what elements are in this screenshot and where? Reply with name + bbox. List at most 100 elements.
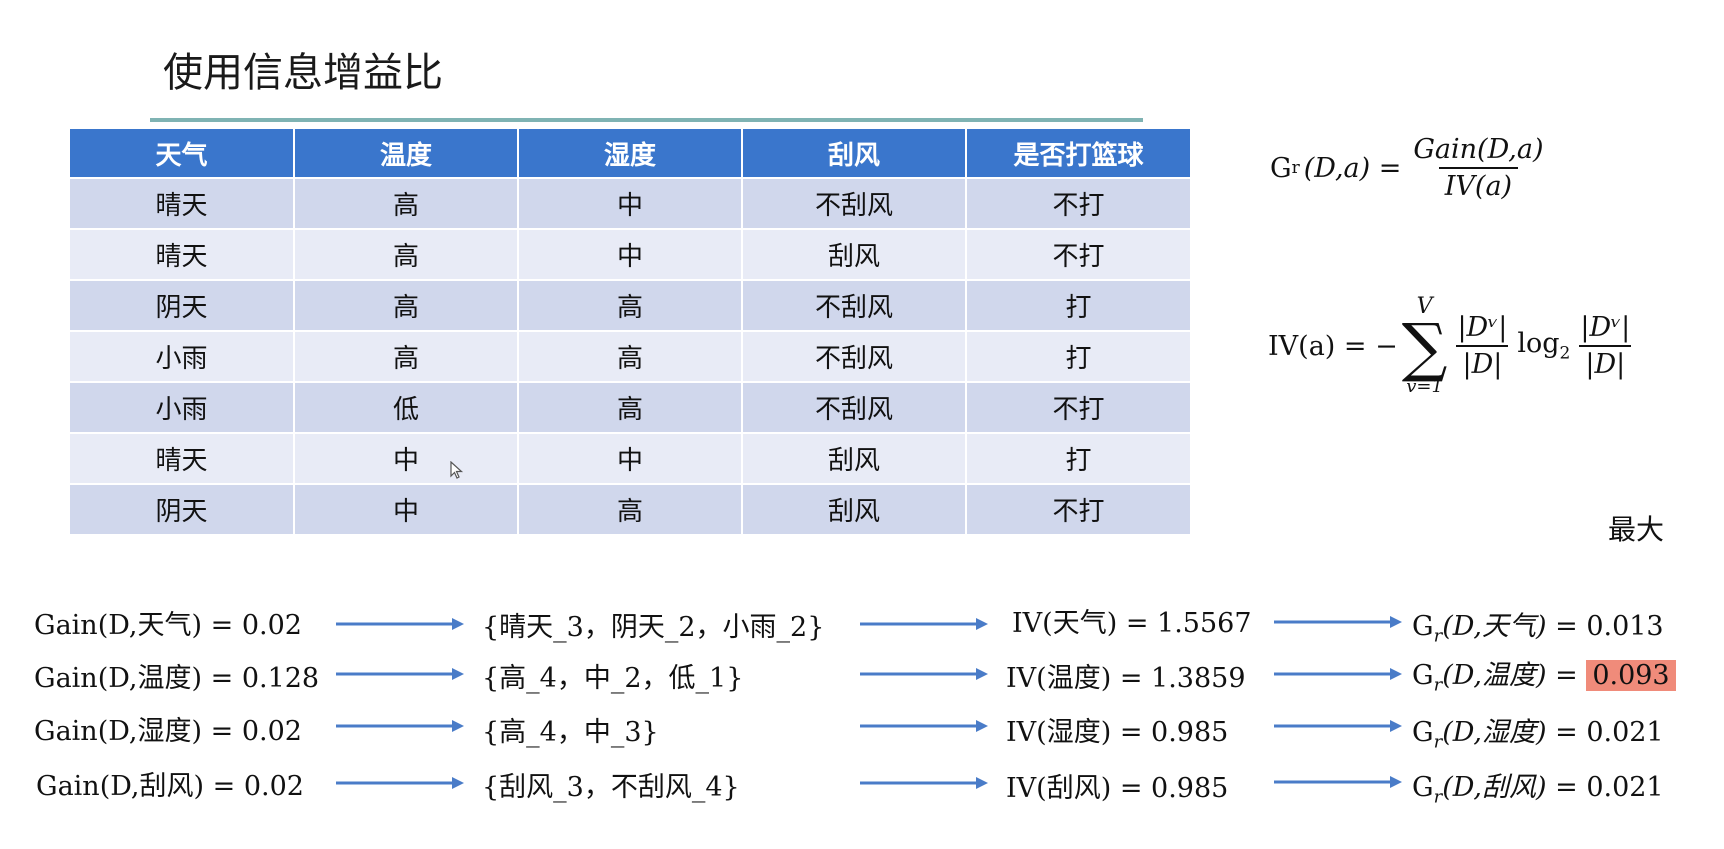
table-cell: 晴天 (70, 177, 295, 229)
arrow-right-icon (336, 773, 464, 793)
gr-subscript: r (1291, 158, 1300, 178)
gain-ratio-formula: Gr (D,a) = Gain(D,a) IV(a) (1270, 134, 1549, 202)
table-row: 小雨 低 高 不刮风 不打 (70, 381, 1190, 433)
table-cell: 不打 (966, 483, 1190, 534)
table-cell: 刮风 (742, 483, 967, 534)
table-cell: 晴天 (70, 432, 295, 484)
table-cell: 刮风 (742, 432, 967, 484)
arrow-right-icon (860, 614, 988, 634)
header-weather: 天气 (70, 129, 295, 178)
table-cell: 打 (966, 279, 1190, 331)
iv-humidity: IV(湿度) = 0.985 (1006, 717, 1229, 748)
mouse-pointer-icon (450, 460, 464, 479)
iv-log: log2 (1517, 328, 1570, 363)
table-cell: 低 (294, 381, 519, 433)
table-cell: 不刮风 (742, 279, 967, 331)
data-table: 天气 温度 湿度 刮风 是否打篮球 晴天 高 中 不刮风 不打 晴天 高 中 刮… (70, 129, 1190, 534)
split-weather: {晴天_3，阴天_2，小雨_2} (482, 612, 825, 643)
arrow-right-icon (336, 664, 464, 684)
table-row: 小雨 高 高 不刮风 打 (70, 330, 1190, 382)
split-temperature: {高_4，中_2，低_1} (482, 663, 744, 694)
table-cell: 中 (518, 228, 743, 280)
iv-lhs: IV(a) = − (1268, 330, 1398, 362)
iv-log-text: log (1517, 328, 1560, 360)
table-cell: 刮风 (742, 228, 967, 280)
table-cell: 中 (294, 483, 519, 534)
sigma-icon: ∑ (1401, 310, 1448, 385)
gr-weather-value: 0.013 (1586, 611, 1664, 642)
iv-weather: IV(天气) = 1.5567 (1012, 608, 1252, 639)
table-cell: 中 (294, 432, 519, 484)
table-cell: 不打 (966, 381, 1190, 433)
arrow-right-icon (336, 716, 464, 736)
gr-weather-sub: r (1433, 625, 1443, 647)
table-cell: 高 (518, 279, 743, 331)
table-cell: 阴天 (70, 279, 295, 331)
table-cell: 小雨 (70, 381, 295, 433)
iv-numerator-1: |Dᵛ| (1457, 312, 1508, 343)
gain-humidity: Gain(D,湿度) = 0.02 (34, 716, 302, 747)
gr-numerator: Gain(D,a) (1413, 134, 1544, 165)
table-cell: 小雨 (70, 330, 295, 382)
table-cell: 不刮风 (742, 381, 967, 433)
gr-fraction: Gain(D,a) IV(a) (1407, 134, 1549, 202)
header-temperature: 温度 (294, 129, 519, 178)
arrow-right-icon (336, 614, 464, 634)
table-cell: 高 (518, 330, 743, 382)
table-row: 晴天 高 中 不刮风 不打 (70, 177, 1190, 229)
iv-temperature: IV(温度) = 1.3859 (1006, 663, 1246, 694)
gr-temperature-sub: r (1433, 674, 1443, 696)
gr-wind-body: (D,刮风) = (1442, 772, 1587, 803)
table-row: 阴天 高 高 不刮风 打 (70, 279, 1190, 331)
title-underline (150, 118, 1143, 122)
header-play-basketball: 是否打篮球 (966, 129, 1190, 178)
gr-humidity-body: (D,湿度) = (1442, 717, 1587, 748)
table-header-row: 天气 温度 湿度 刮风 是否打篮球 (70, 129, 1190, 178)
table-cell: 阴天 (70, 483, 295, 534)
gr-humidity-prefix: G (1412, 717, 1434, 748)
intrinsic-value-formula: IV(a) = − V ∑ v=1 |Dᵛ| |D| log2 |Dᵛ| |D| (1268, 276, 1636, 416)
table-cell: 不打 (966, 228, 1190, 280)
table-cell: 高 (518, 483, 743, 534)
iv-log-base: 2 (1559, 343, 1571, 364)
gr-wind-value: 0.021 (1586, 772, 1664, 803)
iv-numerator-2: |Dᵛ| (1580, 312, 1631, 343)
gr-symbol: G (1270, 152, 1292, 184)
table-cell: 高 (294, 228, 519, 280)
max-label: 最大 (1608, 513, 1665, 546)
table-cell: 高 (294, 279, 519, 331)
table-cell: 打 (966, 432, 1190, 484)
arrow-right-icon (860, 773, 988, 793)
gr-humidity-value: 0.021 (1586, 717, 1664, 748)
gain-wind: Gain(D,刮风) = 0.02 (36, 771, 304, 802)
arrow-right-icon (1274, 664, 1402, 684)
table-row: 阴天 中 高 刮风 不打 (70, 483, 1190, 534)
iv-wind: IV(刮风) = 0.985 (1006, 773, 1229, 804)
gr-weather-prefix: G (1412, 611, 1434, 642)
gr-temperature: Gr(D,温度) = 0.093 (1412, 650, 1676, 711)
table-cell: 晴天 (70, 228, 295, 280)
arrow-right-icon (1274, 772, 1402, 792)
table-cell: 打 (966, 330, 1190, 382)
gr-humidity-sub: r (1433, 731, 1443, 753)
header-wind: 刮风 (742, 129, 967, 178)
gain-temperature: Gain(D,温度) = 0.128 (34, 663, 320, 694)
iv-denominator-2: |D| (1579, 345, 1632, 380)
gr-wind-prefix: G (1412, 772, 1434, 803)
gr-humidity: Gr(D,湿度) = 0.021 (1412, 710, 1664, 752)
iv-denominator-1: |D| (1456, 345, 1509, 380)
gr-weather: Gr(D,天气) = 0.013 (1412, 604, 1664, 646)
arrow-right-icon (860, 664, 988, 684)
iv-fraction-2: |Dᵛ| |D| (1574, 312, 1636, 380)
arrow-right-icon (1274, 612, 1402, 632)
iv-fraction-1: |Dᵛ| |D| (1451, 312, 1513, 380)
table-cell: 不打 (966, 177, 1190, 229)
header-humidity: 湿度 (518, 129, 743, 178)
gr-wind: Gr(D,刮风) = 0.021 (1412, 765, 1664, 807)
gr-wind-sub: r (1433, 786, 1443, 808)
split-humidity: {高_4，中_3} (482, 717, 659, 748)
iv-sum: V ∑ v=1 (1401, 295, 1448, 397)
split-wind: {刮风_3，不刮风_4} (482, 772, 740, 803)
table-row: 晴天 高 中 刮风 不打 (70, 228, 1190, 280)
table-cell: 中 (518, 432, 743, 484)
